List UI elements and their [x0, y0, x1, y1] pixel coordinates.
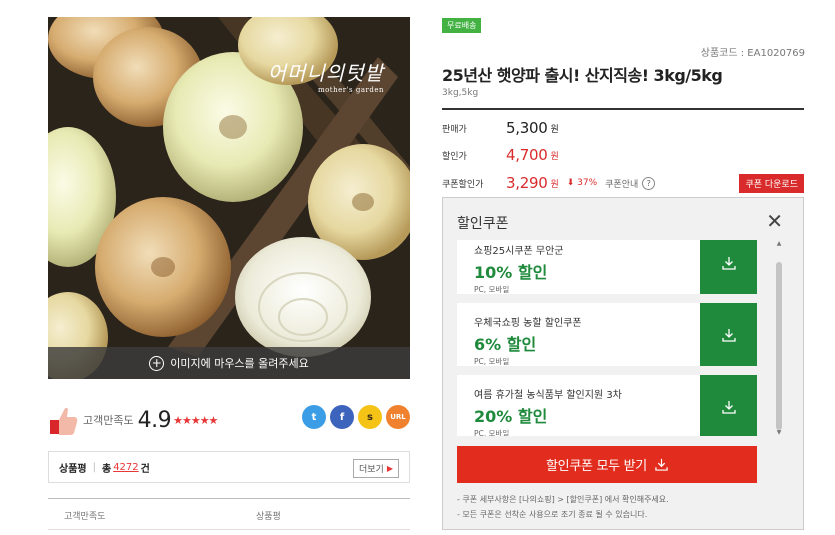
- download-icon: [655, 458, 668, 471]
- review-count[interactable]: 4272: [113, 462, 138, 473]
- help-icon[interactable]: ?: [642, 176, 656, 190]
- coupon-note: - 모든 쿠폰은 선착순 사용으로 조기 종료 될 수 있습니다.: [457, 510, 648, 519]
- review-count-suffix: 건: [140, 463, 150, 475]
- hover-hint-text: 이미지에 마우스를 올려주세요: [170, 357, 309, 370]
- thumbs-up-icon: [48, 404, 78, 436]
- coupon-platform: PC, 모바일: [474, 285, 510, 294]
- coupon-discount: 10% 할인: [474, 263, 548, 282]
- coupon-name: 쇼핑25시쿠폰 무안군: [474, 246, 564, 257]
- product-options: 3kg,5kg: [442, 88, 479, 98]
- review-more-label: 더보기: [359, 465, 384, 475]
- review-more-button[interactable]: 더보기 ▶: [353, 459, 399, 478]
- zoom-plus-icon: +: [149, 355, 165, 371]
- review-table-header: 고객만족도 상품평: [48, 498, 410, 530]
- scroll-up-arrow-icon[interactable]: ▲: [775, 240, 783, 247]
- coupon-item: 쇼핑25시쿠폰 무안군 10% 할인 PC, 모바일: [457, 240, 757, 294]
- coupon-download-icon[interactable]: [700, 303, 757, 366]
- share-buttons: t f s URL: [302, 405, 410, 429]
- coupon-panel: 할인쿠폰 ✕ 쇼핑25시쿠폰 무안군 10% 할인 PC, 모바일 우체국쇼핑 …: [442, 197, 804, 530]
- coupon-discount: 20% 할인: [474, 407, 548, 426]
- discount-percent: ⬇ 37%: [566, 178, 598, 188]
- coupon-price-value: 3,290: [506, 174, 548, 192]
- coupon-download-icon[interactable]: [700, 375, 757, 436]
- coupon-download-icon[interactable]: [700, 240, 757, 294]
- coupon-item: 우체국쇼핑 농할 할인쿠폰 6% 할인 PC, 모바일: [457, 303, 757, 366]
- sale-price-value: 5,300: [506, 119, 548, 137]
- won-unit: 원: [550, 151, 559, 162]
- satisfaction-score: 4.9: [137, 407, 172, 433]
- free-shipping-badge: 무료배송: [442, 18, 482, 33]
- coupon-price-label: 쿠폰할인가: [442, 179, 484, 190]
- coupon-note: - 쿠폰 세부사항은 [나의쇼핑] > [할인쿠폰] 에서 확인해주세요.: [457, 495, 669, 504]
- coupon-panel-title: 할인쿠폰: [457, 216, 509, 232]
- product-code: 상품코드 : EA1020769: [700, 48, 805, 59]
- coupon-notes: - 쿠폰 세부사항은 [나의쇼핑] > [할인쿠폰] 에서 확인해주세요. - …: [457, 492, 669, 522]
- coupon-name: 우체국쇼핑 농할 할인쿠폰: [474, 318, 582, 329]
- coupon-scrollbar[interactable]: ▲ ▼: [775, 240, 783, 436]
- review-summary: 상품평 | 총 4272 건 더보기 ▶: [48, 451, 410, 483]
- satisfaction-row: 고객만족도 4.9 ★★★★★ t f s URL: [48, 400, 410, 440]
- chevron-right-icon: ▶: [386, 464, 393, 473]
- image-hover-hint: + 이미지에 마우스를 올려주세요: [48, 347, 410, 379]
- coupon-item: 여름 휴가철 농식품부 할인지원 3차 20% 할인 PC, 모바일: [457, 375, 757, 436]
- won-unit: 원: [550, 124, 559, 135]
- won-unit: 원: [550, 179, 559, 190]
- review-total-prefix: 총: [101, 463, 112, 475]
- discount-price-value: 4,700: [506, 146, 548, 164]
- discount-price-label: 할인가: [442, 151, 467, 162]
- coupon-download-button[interactable]: 쿠폰 다운로드: [739, 174, 804, 193]
- brand-name: 어머니의텃밭: [267, 61, 384, 85]
- scroll-down-arrow-icon[interactable]: ▼: [775, 429, 783, 436]
- facebook-share-icon[interactable]: f: [330, 405, 354, 429]
- divider: |: [92, 461, 96, 473]
- twitter-share-icon[interactable]: t: [302, 405, 326, 429]
- product-title: 25년산 햇양파 출시! 산지직송! 3kg/5kg: [442, 66, 723, 85]
- download-all-label: 할인쿠폰 모두 받기: [546, 459, 647, 474]
- title-divider: [442, 108, 804, 110]
- download-all-coupons-button[interactable]: 할인쿠폰 모두 받기: [457, 446, 757, 483]
- brand-logo: 어머니의텃밭 mother's garden: [268, 57, 384, 94]
- product-image[interactable]: 어머니의텃밭 mother's garden + 이미지에 마우스를 올려주세요: [48, 17, 410, 379]
- column-satisfaction: 고객만족도: [64, 512, 106, 522]
- coupon-discount: 6% 할인: [474, 335, 537, 354]
- sale-price-label: 판매가: [442, 124, 467, 135]
- rating-stars: ★★★★★: [173, 413, 218, 427]
- coupon-platform: PC, 모바일: [474, 357, 510, 366]
- scrollbar-thumb[interactable]: [776, 262, 782, 430]
- coupon-price-row: 쿠폰할인가 3,290 원 ⬇ 37% 쿠폰안내 ? 쿠폰 다운로드: [442, 173, 804, 193]
- sale-price-row: 판매가 5,300 원: [442, 118, 804, 138]
- column-review: 상품평: [256, 512, 281, 522]
- review-label: 상품평: [59, 463, 87, 475]
- kakaostory-share-icon[interactable]: s: [358, 405, 382, 429]
- close-icon[interactable]: ✕: [766, 209, 783, 233]
- coupon-platform: PC, 모바일: [474, 429, 510, 436]
- product-page: 어머니의텃밭 mother's garden + 이미지에 마우스를 올려주세요…: [0, 0, 835, 535]
- url-copy-icon[interactable]: URL: [386, 405, 410, 429]
- satisfaction-label: 고객만족도: [83, 414, 134, 427]
- coupon-guide[interactable]: 쿠폰안내 ?: [605, 176, 656, 190]
- coupon-list[interactable]: 쇼핑25시쿠폰 무안군 10% 할인 PC, 모바일 우체국쇼핑 농할 할인쿠폰…: [457, 240, 763, 436]
- coupon-name: 여름 휴가철 농식품부 할인지원 3차: [474, 390, 622, 401]
- brand-subtitle: mother's garden: [317, 86, 384, 94]
- coupon-guide-label: 쿠폰안내: [605, 179, 639, 190]
- discount-price-row: 할인가 4,700 원: [442, 145, 804, 165]
